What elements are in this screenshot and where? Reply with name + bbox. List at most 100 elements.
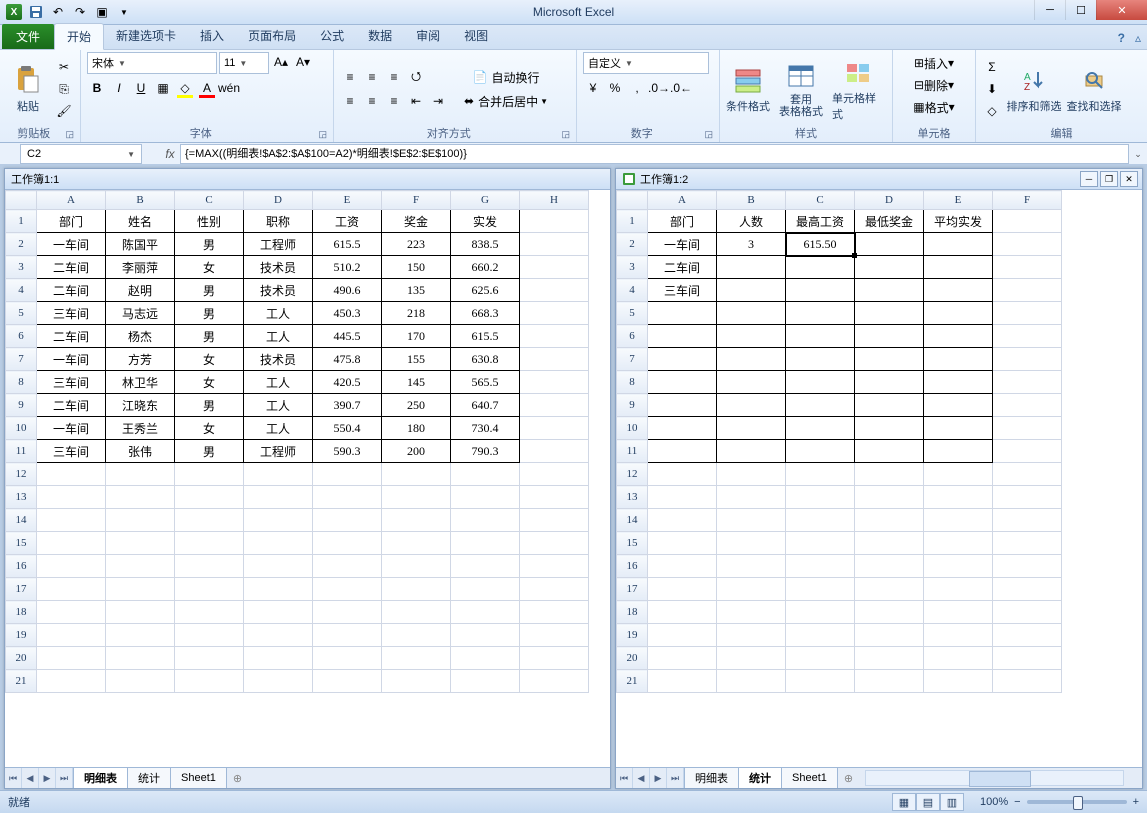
cell[interactable]: 三车间 xyxy=(37,371,106,394)
align-left-icon[interactable]: ≡ xyxy=(340,91,360,111)
cell[interactable] xyxy=(106,509,175,532)
cell[interactable] xyxy=(520,417,589,440)
qat-camera-icon[interactable]: ▣ xyxy=(92,2,112,22)
column-header[interactable]: C xyxy=(786,191,855,210)
cell[interactable] xyxy=(382,624,451,647)
help-icon[interactable]: ? xyxy=(1118,31,1125,45)
cell[interactable] xyxy=(648,647,717,670)
launcher-icon[interactable]: ◲ xyxy=(318,126,327,142)
cell[interactable] xyxy=(993,509,1062,532)
column-header[interactable]: B xyxy=(717,191,786,210)
cell[interactable]: 男 xyxy=(175,325,244,348)
cell[interactable] xyxy=(106,532,175,555)
row-header[interactable]: 16 xyxy=(6,555,37,578)
cell[interactable] xyxy=(37,601,106,624)
row-header[interactable]: 12 xyxy=(6,463,37,486)
cell[interactable]: 二车间 xyxy=(37,279,106,302)
cut-icon[interactable]: ✂ xyxy=(54,57,74,77)
cell[interactable] xyxy=(786,302,855,325)
cell[interactable] xyxy=(993,463,1062,486)
cell[interactable] xyxy=(648,417,717,440)
format-painter-icon[interactable]: 🖌 xyxy=(54,101,74,121)
cell[interactable]: 马志远 xyxy=(106,302,175,325)
cell[interactable] xyxy=(717,486,786,509)
align-top-icon[interactable]: ≡ xyxy=(340,67,360,87)
column-header[interactable]: B xyxy=(106,191,175,210)
column-header[interactable]: E xyxy=(924,191,993,210)
cell[interactable]: 二车间 xyxy=(648,256,717,279)
cell[interactable]: 工程师 xyxy=(244,440,313,463)
cell[interactable]: 平均实发 xyxy=(924,210,993,233)
fx-icon[interactable]: fx xyxy=(160,147,180,161)
sheet-tab[interactable]: 明细表 xyxy=(685,768,739,788)
cell[interactable] xyxy=(855,256,924,279)
cell[interactable] xyxy=(648,325,717,348)
cell[interactable] xyxy=(313,532,382,555)
cell[interactable] xyxy=(924,440,993,463)
sort-filter-button[interactable]: AZ排序和筛选 xyxy=(1006,56,1062,122)
font-color-icon[interactable]: A xyxy=(197,78,217,98)
cell[interactable] xyxy=(106,463,175,486)
cell[interactable] xyxy=(37,555,106,578)
cell[interactable]: 三车间 xyxy=(37,440,106,463)
cell[interactable]: 730.4 xyxy=(451,417,520,440)
cell[interactable] xyxy=(786,578,855,601)
column-header[interactable]: A xyxy=(648,191,717,210)
cell[interactable] xyxy=(175,486,244,509)
cell[interactable] xyxy=(993,555,1062,578)
wb-close-icon[interactable]: ✕ xyxy=(1120,171,1138,187)
cell[interactable] xyxy=(924,302,993,325)
cell[interactable] xyxy=(786,647,855,670)
row-header[interactable]: 13 xyxy=(617,486,648,509)
align-bottom-icon[interactable]: ≡ xyxy=(384,67,404,87)
cell[interactable] xyxy=(993,210,1062,233)
cell[interactable]: 一车间 xyxy=(37,348,106,371)
cell[interactable] xyxy=(313,647,382,670)
row-header[interactable]: 7 xyxy=(617,348,648,371)
name-box[interactable]: C2▼ xyxy=(20,144,142,164)
undo-icon[interactable]: ↶ xyxy=(48,2,68,22)
row-header[interactable]: 2 xyxy=(6,233,37,256)
row-header[interactable]: 18 xyxy=(6,601,37,624)
qat-dropdown-icon[interactable]: ▼ xyxy=(114,2,134,22)
row-header[interactable]: 19 xyxy=(617,624,648,647)
cell[interactable] xyxy=(993,440,1062,463)
cell[interactable] xyxy=(924,532,993,555)
autosum-icon[interactable]: Σ xyxy=(982,57,1002,77)
cell[interactable]: 女 xyxy=(175,371,244,394)
cell[interactable] xyxy=(717,601,786,624)
cell[interactable]: 615.50 xyxy=(786,233,855,256)
nav-next-icon[interactable]: ▶ xyxy=(39,768,56,788)
cell[interactable]: 二车间 xyxy=(37,394,106,417)
cell[interactable] xyxy=(855,532,924,555)
comma-icon[interactable]: , xyxy=(627,78,647,98)
row-header[interactable]: 4 xyxy=(617,279,648,302)
cell[interactable] xyxy=(106,486,175,509)
cell[interactable]: 170 xyxy=(382,325,451,348)
cell[interactable] xyxy=(520,210,589,233)
cell[interactable] xyxy=(855,601,924,624)
align-right-icon[interactable]: ≡ xyxy=(384,91,404,111)
cell[interactable]: 490.6 xyxy=(313,279,382,302)
view-layout-icon[interactable]: ▤ xyxy=(916,793,940,811)
column-header[interactable]: F xyxy=(993,191,1062,210)
cell[interactable]: 450.3 xyxy=(313,302,382,325)
row-header[interactable]: 21 xyxy=(6,670,37,693)
cell[interactable] xyxy=(786,532,855,555)
cell[interactable]: 三车间 xyxy=(37,302,106,325)
column-header[interactable]: G xyxy=(451,191,520,210)
cell[interactable] xyxy=(648,601,717,624)
cell[interactable] xyxy=(786,371,855,394)
cell[interactable] xyxy=(37,624,106,647)
cell[interactable] xyxy=(924,509,993,532)
cell[interactable] xyxy=(717,509,786,532)
cell[interactable]: 部门 xyxy=(648,210,717,233)
cell[interactable] xyxy=(924,417,993,440)
cell[interactable] xyxy=(520,532,589,555)
cell[interactable]: 二车间 xyxy=(37,256,106,279)
zoom-in-icon[interactable]: + xyxy=(1133,796,1139,808)
cell[interactable] xyxy=(924,463,993,486)
italic-icon[interactable]: I xyxy=(109,78,129,98)
row-header[interactable]: 18 xyxy=(617,601,648,624)
zoom-level[interactable]: 100% xyxy=(980,796,1008,808)
